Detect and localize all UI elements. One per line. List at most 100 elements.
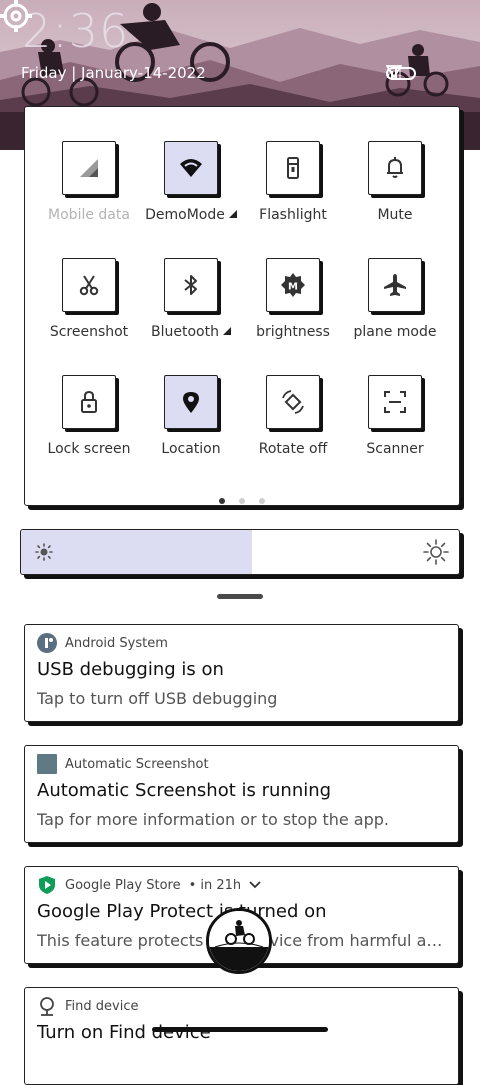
airplane-icon bbox=[384, 274, 406, 296]
rotate-icon bbox=[282, 390, 304, 414]
notification-header: Automatic Screenshot bbox=[37, 754, 209, 774]
qs-toggle-mobile-data[interactable] bbox=[62, 141, 116, 195]
qs-tile-mobile-data[interactable]: Mobile data bbox=[39, 141, 139, 223]
auto-brightness-icon: M bbox=[281, 273, 305, 297]
qs-toggle-rotate-off[interactable] bbox=[266, 375, 320, 429]
qs-label: DemoMode bbox=[141, 207, 241, 223]
brightness-level-fill bbox=[21, 530, 253, 574]
qs-toggle-brightness[interactable]: M bbox=[266, 258, 320, 312]
qs-label-text: DemoMode bbox=[145, 207, 225, 223]
qs-toggle-plane-mode[interactable] bbox=[368, 258, 422, 312]
notification-app-name: Google Play Store bbox=[65, 877, 181, 893]
settings-gear-icon[interactable] bbox=[0, 0, 32, 32]
page-dot[interactable] bbox=[239, 498, 245, 504]
lock-icon bbox=[81, 390, 97, 413]
qs-toggle-screenshot[interactable] bbox=[62, 258, 116, 312]
qs-toggle-mute[interactable] bbox=[368, 141, 422, 195]
scanner-icon bbox=[384, 391, 406, 413]
page-indicator bbox=[25, 489, 459, 508]
qs-toggle-demomode[interactable] bbox=[164, 141, 218, 195]
qs-label-text: Mute bbox=[377, 207, 413, 223]
qs-tile-flashlight[interactable]: Flashlight bbox=[243, 141, 343, 223]
bell-icon bbox=[387, 157, 403, 178]
date[interactable]: Friday | January-14-2022 bbox=[21, 64, 206, 82]
play-protect-icon bbox=[37, 875, 57, 895]
qs-label-text: plane mode bbox=[353, 324, 437, 340]
wifi-icon bbox=[180, 159, 202, 177]
qs-label: Bluetooth bbox=[141, 324, 241, 340]
qs-toggle-lock-screen[interactable] bbox=[62, 375, 116, 429]
qs-tile-lock-screen[interactable]: Lock screen bbox=[39, 375, 139, 457]
quick-settings-panel: Mobile data DemoMode Flashlight Mute Screens… bbox=[24, 106, 460, 506]
qs-label: Flashlight bbox=[243, 207, 343, 223]
qs-toggle-scanner[interactable] bbox=[368, 375, 422, 429]
notification-title: Google Play Protect is turned on bbox=[37, 901, 327, 922]
gesture-nav-bar[interactable] bbox=[152, 1027, 328, 1032]
qs-toggle-bluetooth[interactable] bbox=[164, 258, 218, 312]
bluetooth-icon bbox=[184, 275, 197, 295]
notification-body: Tap to turn off USB debugging bbox=[37, 689, 278, 708]
qs-toggle-location[interactable] bbox=[164, 375, 218, 429]
mobile-data-icon bbox=[80, 159, 98, 177]
qs-tile-rotate-off[interactable]: Rotate off bbox=[243, 375, 343, 457]
qs-label-text: Mobile data bbox=[48, 207, 130, 223]
brightness-low-icon bbox=[35, 543, 53, 561]
notification-header: Google Play Store • in 21h bbox=[37, 875, 261, 895]
qs-tile-scanner[interactable]: Scanner bbox=[345, 375, 445, 457]
notification-card-find-device[interactable]: Find device Turn on Find device bbox=[24, 987, 459, 1085]
expand-caret-icon[interactable] bbox=[228, 210, 237, 218]
find-device-icon bbox=[37, 996, 57, 1016]
notification-app-name: Find device bbox=[65, 998, 139, 1014]
notification-title: USB debugging is on bbox=[37, 659, 224, 680]
chevron-down-icon[interactable] bbox=[249, 881, 261, 889]
qs-tile-screenshot[interactable]: Screenshot bbox=[39, 258, 139, 340]
notification-body: Tap for more information or to stop the … bbox=[37, 810, 390, 829]
qs-label: Scanner bbox=[345, 441, 445, 457]
floating-avatar-bubble[interactable] bbox=[206, 908, 272, 974]
wifi-status-icon bbox=[386, 65, 402, 78]
notification-card-automatic-screenshot[interactable]: Automatic Screenshot Automatic Screenshot… bbox=[24, 745, 459, 843]
notification-app-name: Android System bbox=[65, 635, 168, 651]
qs-label-text: Scanner bbox=[366, 441, 424, 457]
notification-time: • in 21h bbox=[188, 877, 242, 893]
qs-label-text: Screenshot bbox=[49, 324, 129, 340]
qs-label-text: Bluetooth bbox=[151, 324, 219, 340]
status-icons bbox=[386, 64, 416, 82]
clock[interactable]: 2:36 bbox=[22, 4, 129, 58]
qs-label: Location bbox=[141, 441, 241, 457]
shade-drag-handle[interactable] bbox=[217, 594, 263, 599]
qs-label: Mobile data bbox=[39, 207, 139, 223]
qs-tile-plane-mode[interactable]: plane mode bbox=[345, 258, 445, 340]
qs-label: plane mode bbox=[345, 324, 445, 340]
svg-text:M: M bbox=[288, 282, 298, 293]
qs-tile-mute[interactable]: Mute bbox=[345, 141, 445, 223]
brightness-slider[interactable] bbox=[20, 529, 460, 575]
qs-label-text: Flashlight bbox=[259, 207, 327, 223]
qs-tile-demomode[interactable]: DemoMode bbox=[141, 141, 241, 223]
qs-label: Lock screen bbox=[39, 441, 139, 457]
qs-label-text: Lock screen bbox=[47, 441, 131, 457]
app-square-icon bbox=[37, 754, 57, 774]
qs-tile-brightness[interactable]: Mbrightness bbox=[243, 258, 343, 340]
scissors-icon bbox=[79, 275, 99, 296]
qs-label: Screenshot bbox=[39, 324, 139, 340]
flashlight-icon bbox=[287, 157, 299, 179]
notification-app-name: Automatic Screenshot bbox=[65, 756, 209, 772]
location-icon bbox=[183, 392, 199, 413]
qs-tile-location[interactable]: Location bbox=[141, 375, 241, 457]
page-dot[interactable] bbox=[219, 498, 225, 504]
android-system-icon bbox=[37, 633, 57, 653]
qs-label-text: brightness bbox=[256, 324, 330, 340]
qs-label: Mute bbox=[345, 207, 445, 223]
notification-header: Find device bbox=[37, 996, 138, 1016]
qs-label: brightness bbox=[243, 324, 343, 340]
expand-caret-icon[interactable] bbox=[222, 327, 231, 335]
page-dot[interactable] bbox=[259, 498, 265, 504]
qs-toggle-flashlight[interactable] bbox=[266, 141, 320, 195]
qs-label-text: Rotate off bbox=[258, 441, 328, 457]
notification-card-android-system[interactable]: Android System USB debugging is on Tap to … bbox=[24, 624, 459, 722]
brightness-high-icon bbox=[423, 539, 449, 565]
mountain-biker-logo bbox=[209, 911, 269, 971]
qs-label: Rotate off bbox=[243, 441, 343, 457]
qs-tile-bluetooth[interactable]: Bluetooth bbox=[141, 258, 241, 340]
